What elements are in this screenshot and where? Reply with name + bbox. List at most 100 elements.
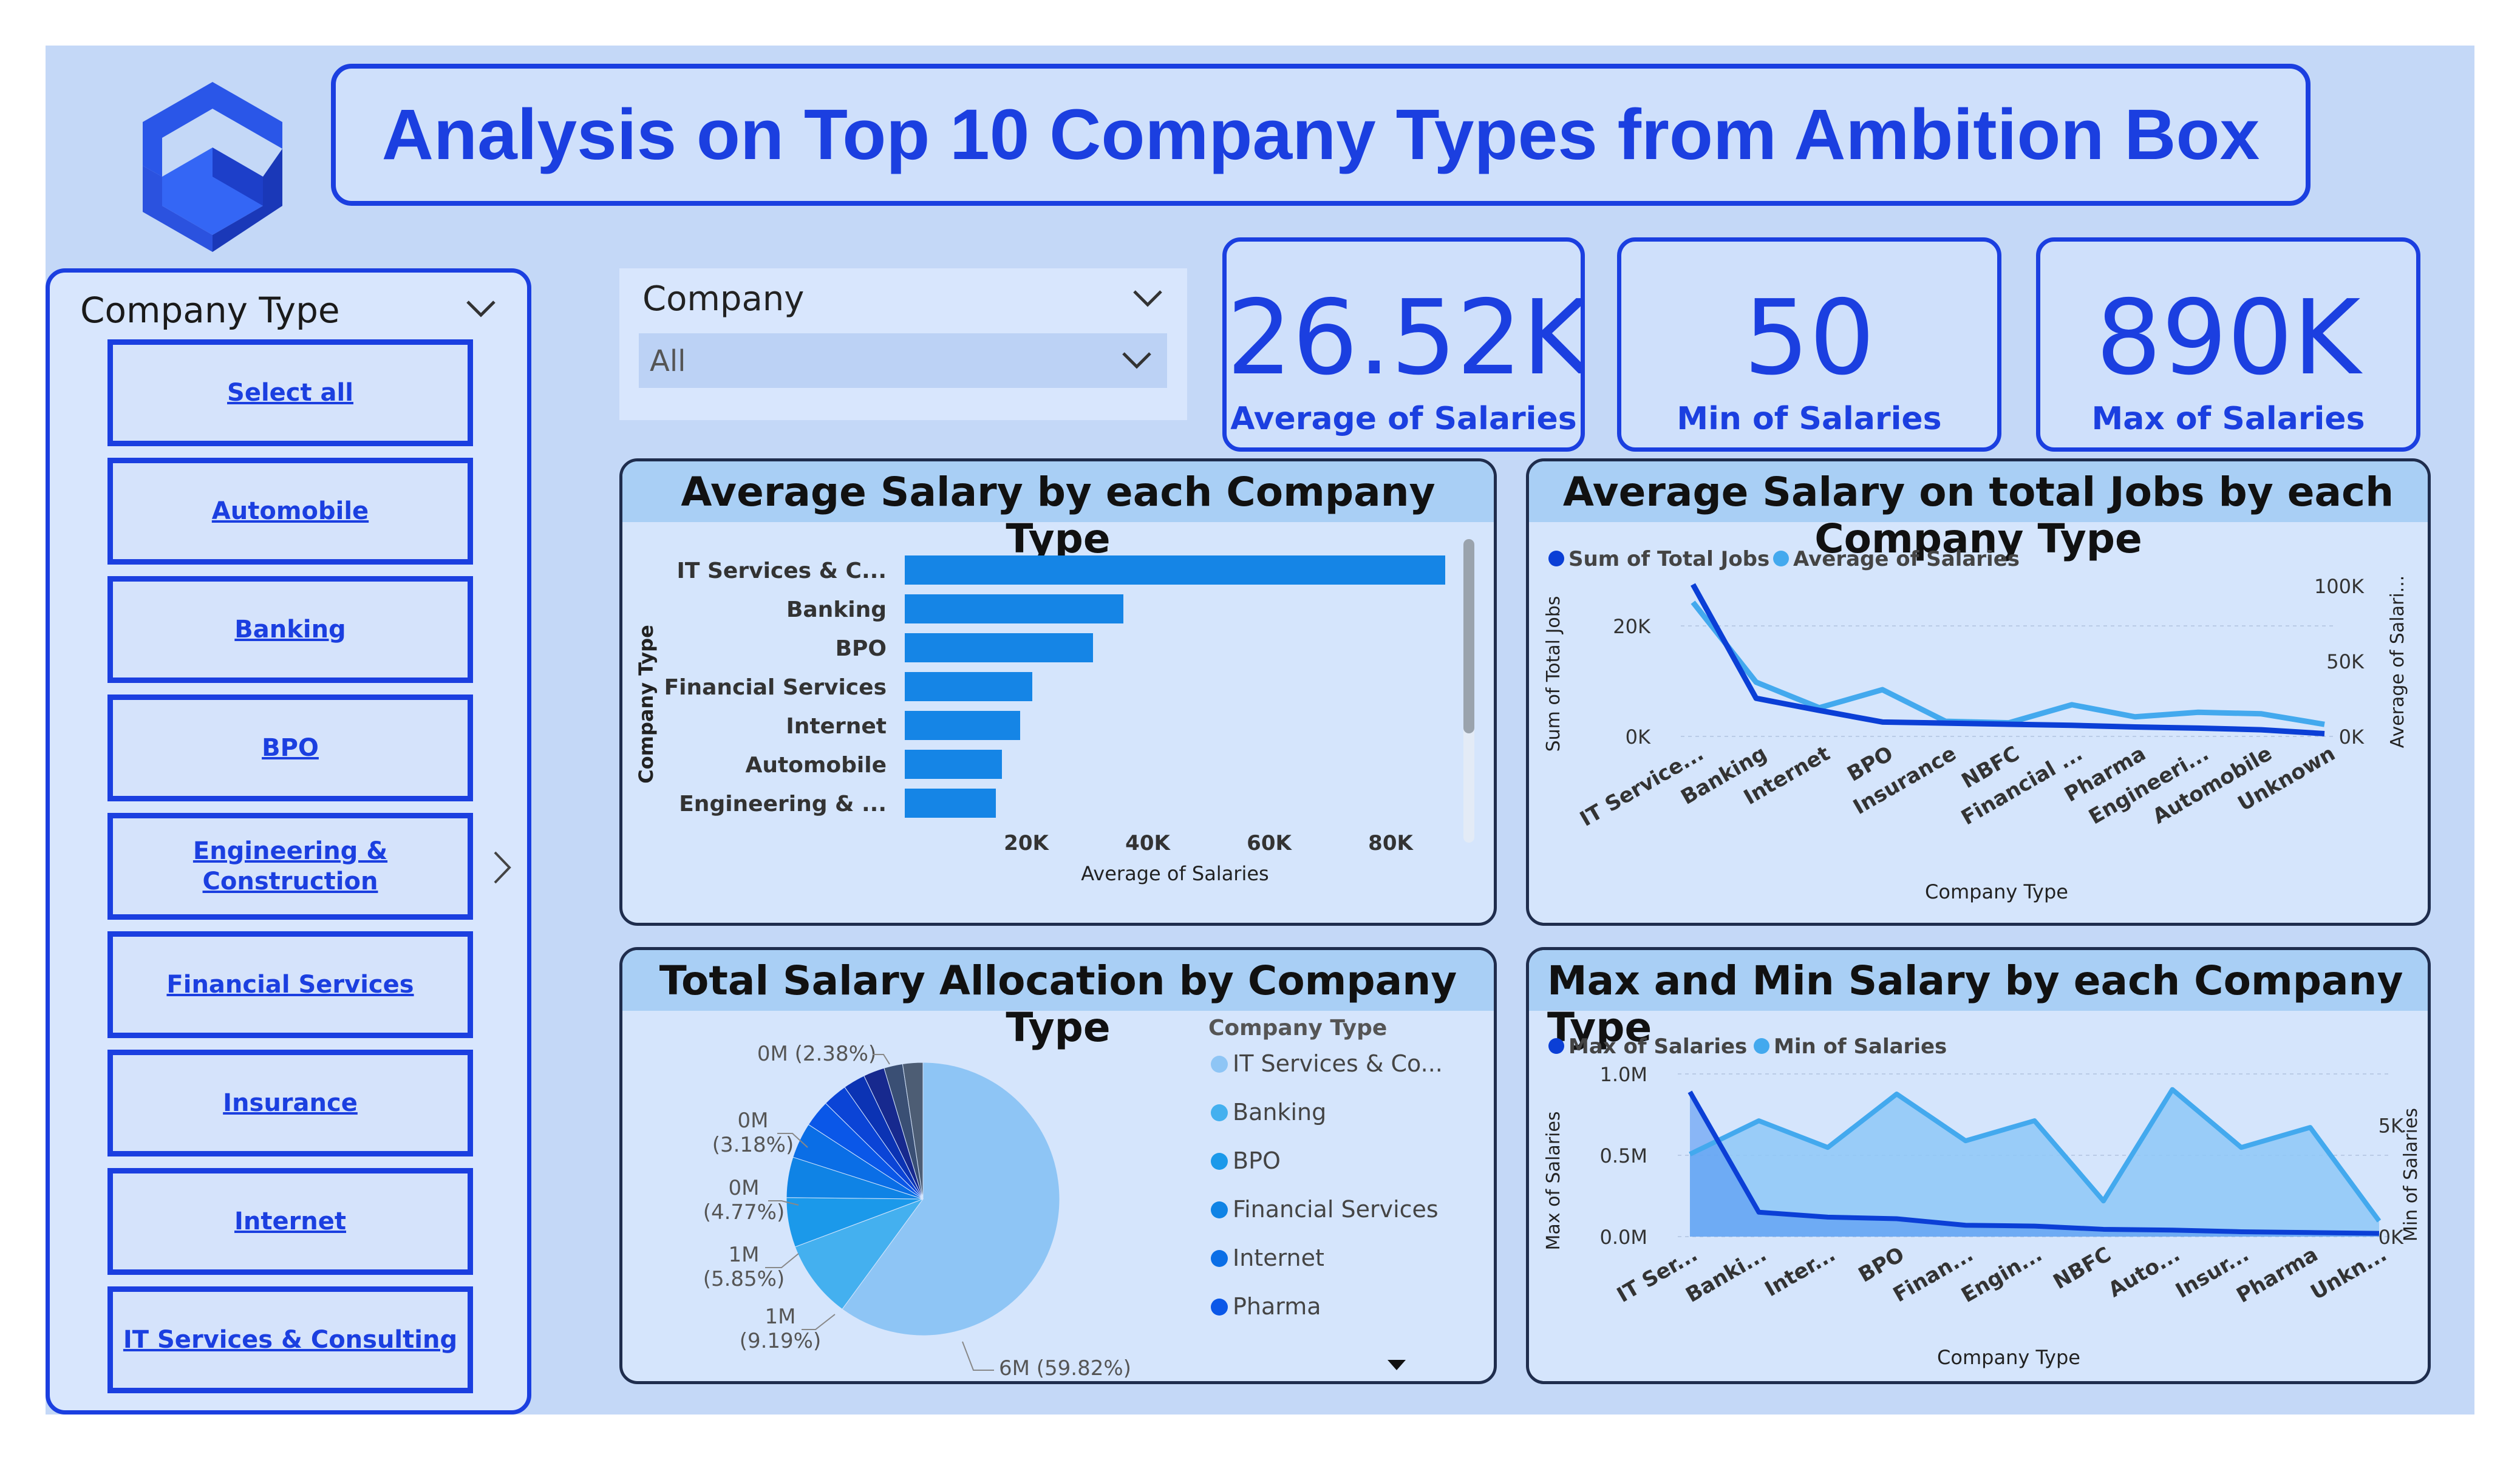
slicer-item-internet[interactable]: Internet [107,1168,473,1275]
kpi-max-salary: 890K Max of Salaries [2036,237,2420,452]
legend-marker [1211,1153,1228,1170]
y-tick-label: 100K [2314,575,2365,598]
slicer-title: Company Type [80,290,340,331]
bar [905,789,996,818]
slicer-item-automobile[interactable]: Automobile [107,458,473,565]
x-axis-title: Company Type [1937,1346,2080,1369]
report-title: Analysis on Top 10 Company Types from Am… [381,95,2260,175]
y-tick-label: 0.5M [1600,1144,1648,1167]
slicer-item-it-services[interactable]: IT Services & Consulting [107,1286,473,1393]
pie-data-label: 6M (59.82%) [999,1356,1131,1381]
kpi-value: 26.52K [1227,278,1585,398]
legend-label: Max of Salaries [1568,1034,1747,1059]
bar [905,633,1093,662]
legend-label: Average of Salaries [1793,547,2020,571]
company-select-value: All [650,344,686,378]
x-tick-label: Unkn... [2307,1242,2391,1305]
legend-marker [1211,1201,1228,1218]
y-tick-label: 20K [1613,615,1651,638]
chevron-right-icon[interactable] [490,846,514,889]
company-select[interactable]: All [639,333,1167,388]
panel-max-min-area: Max and Min Salary by each Company Type … [1526,947,2431,1384]
x-tick-label: 80K [1368,831,1414,855]
panel-avg-salary-bar: Average Salary by each Company Type IT S… [619,458,1497,926]
legend-label: Sum of Total Jobs [1568,547,1769,571]
y-axis-title-left: Max of Salaries [1543,1112,1564,1251]
legend-marker [1548,1038,1564,1054]
bar [905,711,1020,740]
company-filter: Company All [619,268,1187,420]
pie-data-label: (9.19%) [740,1329,822,1353]
legend-title: Company Type [1208,1016,1387,1041]
bar [905,750,1002,779]
y-tick-label: 0K [1626,725,1651,749]
legend-marker [1211,1299,1228,1316]
bar-category-label: BPO [836,636,887,661]
y-axis-title: Company Type [635,625,658,784]
legend-label: Min of Salaries [1774,1034,1947,1059]
bar-category-label: Internet [786,714,887,739]
pie-leader-line [802,1314,836,1330]
pie-data-label: (5.85%) [703,1267,785,1291]
dashboard-canvas: Analysis on Top 10 Company Types from Am… [46,46,2474,1415]
x-tick-label: 20K [1004,831,1049,855]
company-filter-label: Company [642,279,805,319]
pie-data-label: 0M (2.38%) [757,1042,876,1066]
y-axis-title-right: Average of Salari... [2387,576,2408,749]
pie-data-label: (4.77%) [703,1200,785,1224]
pie-data-label: 0M [738,1109,769,1133]
slicer-item-bpo[interactable]: BPO [107,695,473,801]
area-chart: Max of Salaries Min of Salaries 0.0M 0.5M 1.… [1543,1034,2422,1369]
x-tick-label: NBFC [2049,1242,2116,1294]
panel-jobs-line: Average Salary on total Jobs by each Com… [1526,458,2431,926]
chevron-down-icon[interactable] [463,291,499,327]
bar-category-label: Engineering & ... [679,792,887,817]
legend-label: Internet [1233,1245,1324,1271]
bar-category-label: Automobile [745,753,887,778]
pie-data-label: 1M [729,1243,760,1267]
slicer-item-insurance[interactable]: Insurance [107,1050,473,1156]
bar-chart: IT Services & C... Banking BPO Financial Se… [635,539,1474,885]
bar [905,555,1445,585]
bar-category-label: Financial Services [664,675,887,700]
app-logo-icon [143,82,282,252]
chevron-down-icon [1122,352,1151,369]
x-axis-title: Company Type [1925,880,2068,903]
kpi-value: 50 [1743,278,1875,398]
y-tick-label: 0.0M [1600,1226,1648,1249]
slicer-item-banking[interactable]: Banking [107,576,473,683]
legend-label: IT Services & Co... [1233,1050,1443,1077]
legend-scroll-down-icon [1388,1360,1406,1370]
pie-data-label: (3.18%) [712,1133,794,1157]
bar-category-label: Banking [786,597,887,622]
x-tick-label: 60K [1247,831,1292,855]
y-axis-title-left: Sum of Total Jobs [1543,596,1564,752]
panel-salary-pie: Total Salary Allocation by Company Type … [619,947,1497,1384]
x-tick-label: Auto... [2104,1242,2184,1302]
legend-marker [1754,1038,1769,1054]
scrollbar-thumb [1463,539,1474,733]
y-tick-label: 1.0M [1600,1063,1648,1086]
kpi-label: Min of Salaries [1677,401,1942,437]
y-tick-label: 50K [2326,650,2365,673]
slicer-item-financial-services[interactable]: Financial Services [107,931,473,1038]
kpi-label: Max of Salaries [2091,401,2365,437]
legend-label: Banking [1233,1099,1326,1126]
pie-chart: 6M (59.82%)1M(9.19%)1M(5.85%)0M(4.77%)0M… [703,1016,1443,1381]
pie-data-label: 0M [729,1176,760,1200]
y-tick-label: 0K [2339,725,2365,749]
x-tick-label: Inter... [1761,1242,1840,1302]
legend-marker [1773,551,1789,566]
x-axis-title: Average of Salaries [1081,862,1269,885]
slicer-item-select-all[interactable]: Select all [107,339,473,446]
slicer-item-engineering-construction[interactable]: Engineering & Construction [107,813,473,920]
pie-leader-line [765,1253,799,1268]
bar [905,594,1123,623]
company-type-slicer: Company Type Select all Automobile Banki… [46,268,531,1415]
legend-marker [1211,1104,1228,1121]
chevron-down-icon[interactable] [1129,280,1166,317]
pie-data-label: 1M [765,1305,796,1329]
pie-leader-line [962,1341,994,1371]
legend-label: Pharma [1233,1293,1321,1320]
line-chart: Sum of Total Jobs Average of Salaries 0K 20… [1543,547,2408,903]
